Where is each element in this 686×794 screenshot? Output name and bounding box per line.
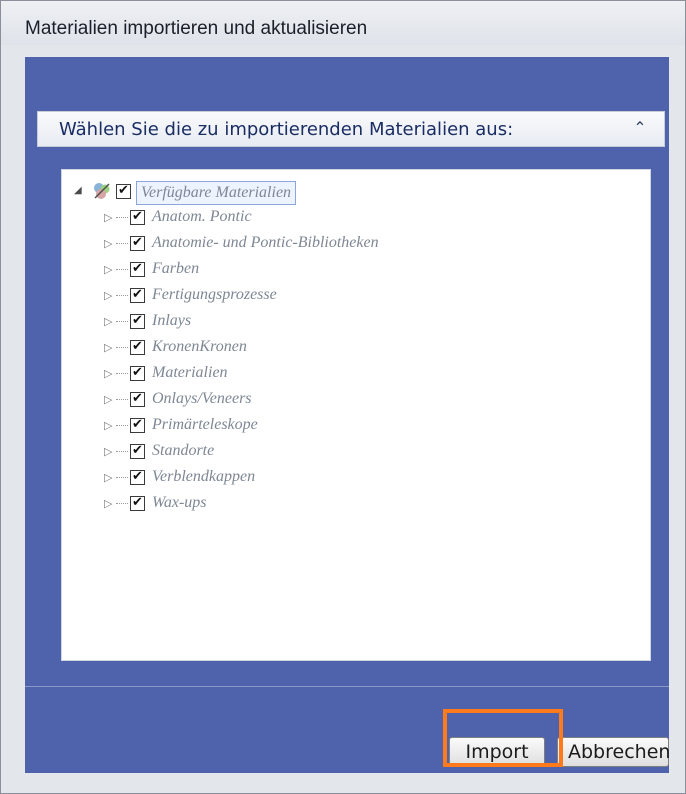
footer-divider <box>25 686 669 687</box>
tree-item-checkbox[interactable] <box>130 287 145 303</box>
tree-item-checkbox[interactable] <box>130 365 145 381</box>
expand-arrow-icon[interactable]: ▷ <box>104 419 114 432</box>
root-checkbox[interactable] <box>116 183 131 199</box>
tree-item[interactable]: ▷ Standorte <box>104 440 624 466</box>
tree-item-label: Farben <box>152 260 200 277</box>
tree-item-label: Inlays <box>152 312 192 329</box>
expand-arrow-icon[interactable]: ▷ <box>104 471 114 484</box>
tree-item-checkbox[interactable] <box>130 261 145 277</box>
tree-item[interactable]: ▷ Anatomie- und Pontic-Bibliotheken <box>104 232 624 258</box>
tree-connector <box>116 425 128 426</box>
materials-icon <box>94 183 110 199</box>
expand-arrow-icon[interactable]: ▷ <box>104 289 114 302</box>
tree-item-label: Anatom. Pontic <box>152 208 252 225</box>
tree-connector <box>116 503 128 504</box>
expand-arrow-icon[interactable]: ▷ <box>104 497 114 510</box>
materials-tree: ◢ Verfügbare Materialien ▷ Anatom. Pontic… <box>61 169 651 661</box>
expand-arrow-icon[interactable]: ▷ <box>104 263 114 276</box>
import-dialog: Materialien importieren und aktualisiere… <box>0 0 686 794</box>
tree-item-label: Primärteleskope <box>152 416 258 433</box>
window-title: Materialien importieren und aktualisiere… <box>25 18 368 39</box>
tree-connector <box>116 399 128 400</box>
collapse-arrow-icon[interactable]: ◢ <box>74 185 84 196</box>
tree-item[interactable]: ▷ Onlays/Veneers <box>104 388 624 414</box>
tree-connector <box>116 269 128 270</box>
tree-connector <box>116 243 128 244</box>
dialog-content: Wählen Sie die zu importierenden Materia… <box>25 57 670 773</box>
tree-item-checkbox[interactable] <box>130 209 145 225</box>
expand-arrow-icon[interactable]: ▷ <box>104 211 114 224</box>
tree-connector <box>116 321 128 322</box>
tree-item-label: KronenKronen <box>152 338 247 355</box>
cancel-button[interactable]: Abbrechen <box>557 737 670 767</box>
tree-item[interactable]: ▷ Verblendkappen <box>104 466 624 492</box>
tree-item[interactable]: ▷ Primärteleskope <box>104 414 624 440</box>
tree-connector <box>116 451 128 452</box>
tree-item-checkbox[interactable] <box>130 313 145 329</box>
tree-item-label: Materialien <box>152 364 228 381</box>
tree-connector <box>116 373 128 374</box>
tree-items: ▷ Anatom. Pontic ▷ Anatomie- und Pontic-Bib… <box>104 206 624 518</box>
title-bar[interactable]: Materialien importieren und aktualisiere… <box>1 1 685 45</box>
expand-arrow-icon[interactable]: ▷ <box>104 393 114 406</box>
tree-root-label[interactable]: Verfügbare Materialien <box>136 181 297 205</box>
tree-connector <box>116 295 128 296</box>
expand-arrow-icon[interactable]: ▷ <box>104 445 114 458</box>
tree-item-label: Wax-ups <box>152 494 207 511</box>
tree-item[interactable]: ▷ Fertigungsprozesse <box>104 284 624 310</box>
expand-arrow-icon[interactable]: ▷ <box>104 367 114 380</box>
tree-item-checkbox[interactable] <box>130 495 145 511</box>
tree-item-label: Verblendkappen <box>152 468 256 485</box>
chevron-double-up-icon[interactable]: ⌃ <box>630 118 650 140</box>
tree-item[interactable]: ▷ Anatom. Pontic <box>104 206 624 232</box>
tree-connector <box>116 477 128 478</box>
section-title: Wählen Sie die zu importierenden Materia… <box>59 119 514 140</box>
tree-item-label: Onlays/Veneers <box>152 390 252 407</box>
tree-item-label: Fertigungsprozesse <box>152 286 277 303</box>
tree-item[interactable]: ▷ Wax-ups <box>104 492 624 518</box>
tree-item[interactable]: ▷ KronenKronen <box>104 336 624 362</box>
dialog-footer: Import Abbrechen <box>25 699 670 767</box>
expand-arrow-icon[interactable]: ▷ <box>104 315 114 328</box>
tree-item-checkbox[interactable] <box>130 443 145 459</box>
tree-item[interactable]: ▷ Inlays <box>104 310 624 336</box>
tree-item[interactable]: ▷ Materialien <box>104 362 624 388</box>
tree-item-checkbox[interactable] <box>130 469 145 485</box>
tree-connector <box>116 347 128 348</box>
tree-item[interactable]: ▷ Farben <box>104 258 624 284</box>
tree-item-label: Anatomie- und Pontic-Bibliotheken <box>152 234 379 251</box>
tree-connector <box>116 217 128 218</box>
expand-arrow-icon[interactable]: ▷ <box>104 237 114 250</box>
import-button[interactable]: Import <box>449 737 545 767</box>
materials-section-header[interactable]: Wählen Sie die zu importierenden Materia… <box>37 111 665 147</box>
tree-item-checkbox[interactable] <box>130 417 145 433</box>
tree-item-checkbox[interactable] <box>130 391 145 407</box>
tree-item-checkbox[interactable] <box>130 235 145 251</box>
tree-item-checkbox[interactable] <box>130 339 145 355</box>
tree-item-label: Standorte <box>152 442 215 459</box>
expand-arrow-icon[interactable]: ▷ <box>104 341 114 354</box>
